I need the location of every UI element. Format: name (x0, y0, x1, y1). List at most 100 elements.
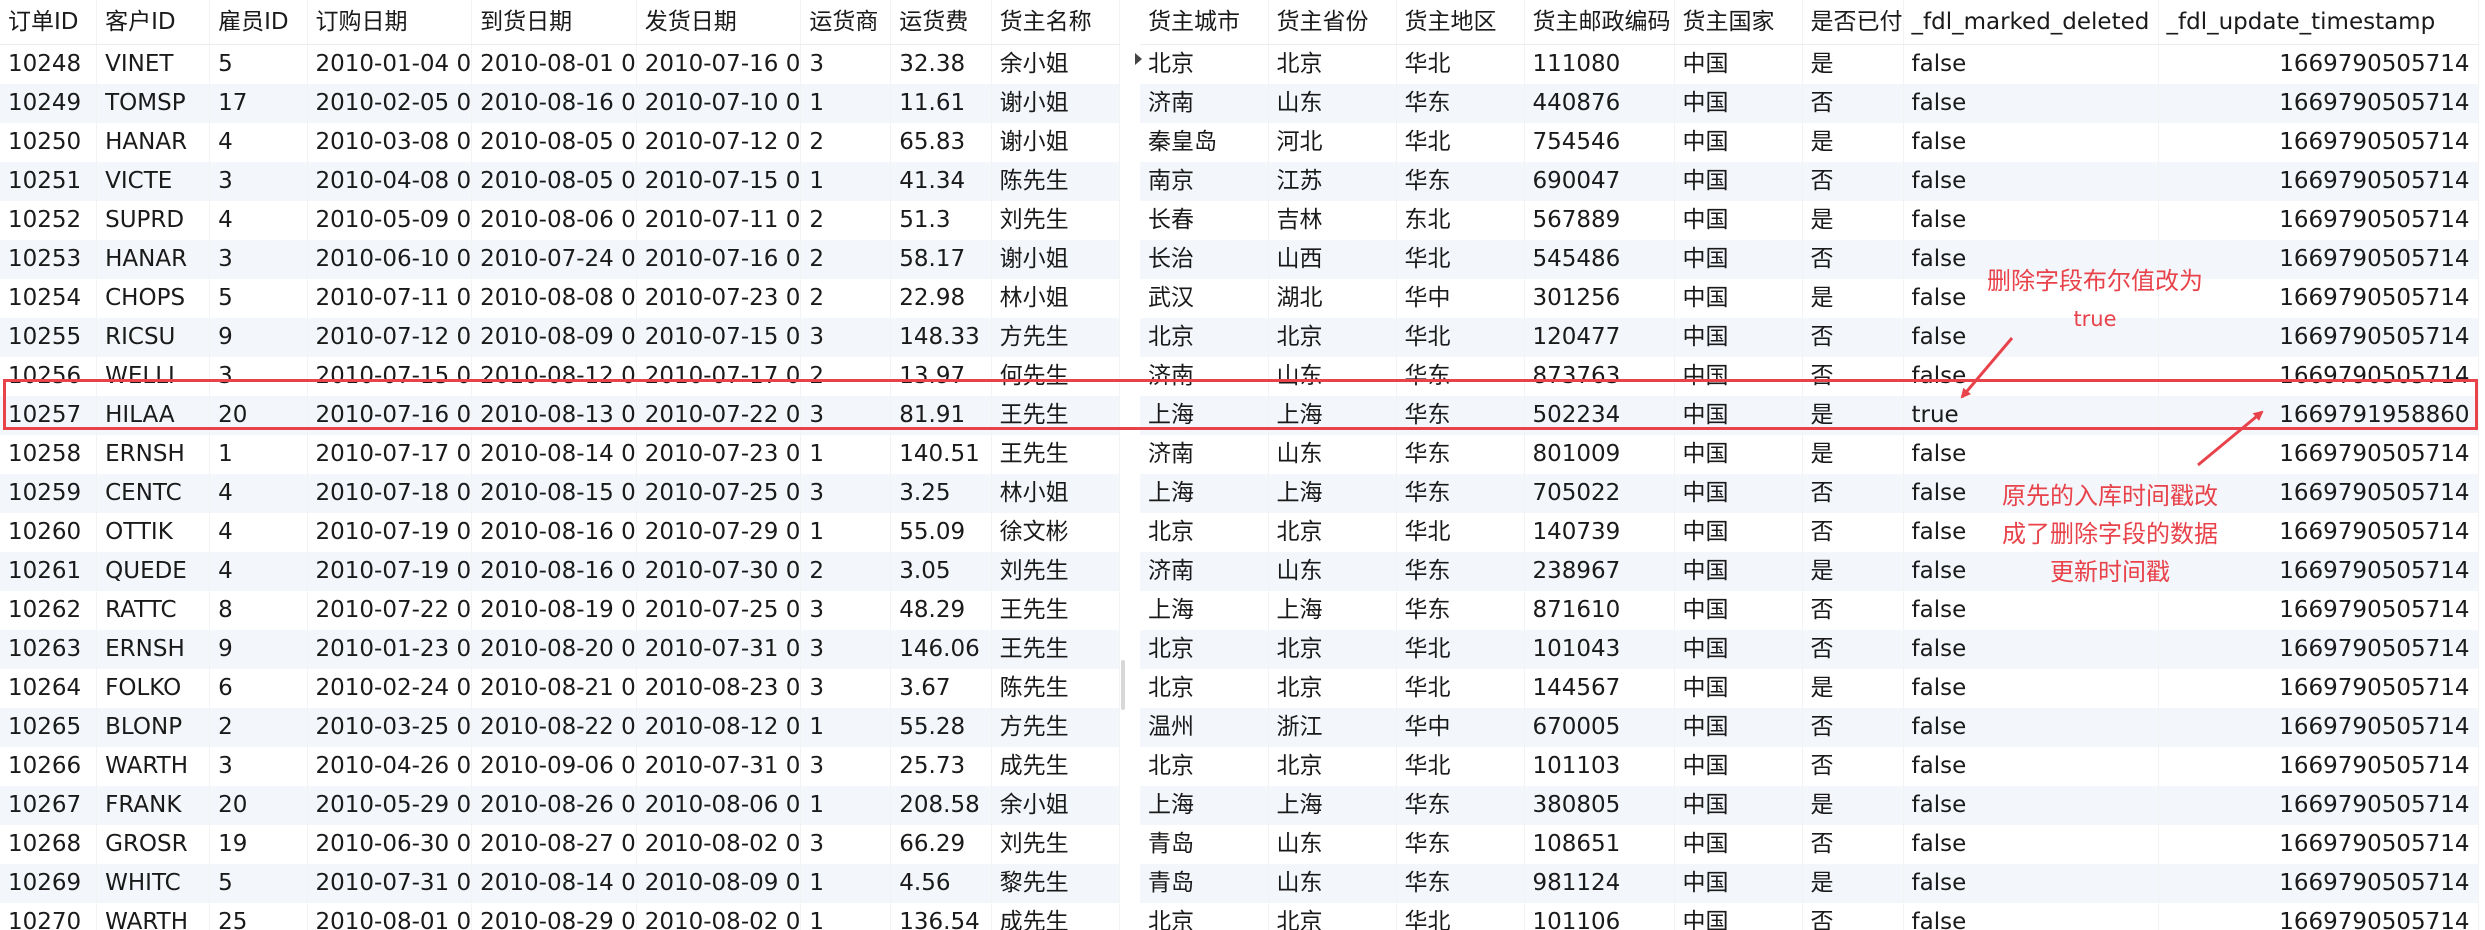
right-cell[interactable]: false (1903, 84, 2159, 123)
right-cell[interactable]: 华东 (1396, 84, 1525, 123)
left-cell[interactable]: 5 (209, 44, 308, 84)
left-table-row[interactable]: 10266 WARTH 3 2010-04-26 0 2010-09-06 0 2010-… (0, 747, 1120, 786)
left-cell[interactable]: 2010-09-06 0 (471, 747, 637, 786)
right-cell[interactable]: 否 (1802, 708, 1904, 747)
left-cell[interactable]: 2010-07-15 0 (307, 357, 473, 396)
left-table-row[interactable]: 10254 CHOPS 5 2010-07-11 0 2010-08-08 0 2010-… (0, 279, 1120, 318)
right-cell[interactable]: 华东 (1396, 396, 1525, 435)
left-cell[interactable]: 2 (800, 123, 892, 162)
right-cell[interactable]: 1669790505714 (2158, 864, 2479, 903)
right-cell[interactable]: 北京 (1140, 630, 1269, 669)
left-cell[interactable]: OTTIK (96, 513, 211, 552)
right-cell[interactable]: 中国 (1674, 123, 1803, 162)
left-table-row[interactable]: 10260 OTTIK 4 2010-07-19 0 2010-08-16 0 2010-… (0, 513, 1120, 552)
right-cell[interactable]: 中国 (1674, 708, 1803, 747)
left-cell[interactable]: 10252 (0, 201, 98, 240)
left-cell[interactable]: 2010-08-05 0 (471, 162, 637, 201)
right-cell[interactable]: 上海 (1140, 786, 1269, 825)
left-cell[interactable]: 9 (209, 318, 308, 357)
right-cell[interactable]: false (1903, 123, 2159, 162)
left-cell[interactable]: 10265 (0, 708, 98, 747)
right-cell[interactable]: 1669790505714 (2158, 669, 2479, 708)
left-cell[interactable]: 3 (209, 162, 308, 201)
left-cell[interactable]: 王先生 (991, 630, 1120, 669)
right-cell[interactable]: 上海 (1268, 786, 1397, 825)
right-cell[interactable]: 长春 (1140, 201, 1269, 240)
left-cell[interactable]: 10250 (0, 123, 98, 162)
right-cell[interactable]: 中国 (1674, 240, 1803, 279)
right-cell[interactable]: 北京 (1140, 747, 1269, 786)
right-data-grid[interactable]: 货主城市 货主省份 货主地区 货主邮政编码 货主国家 是否已付 _fdl_mar… (1140, 0, 2485, 930)
left-cell[interactable]: 2010-07-12 0 (636, 123, 802, 162)
left-cell[interactable]: 10261 (0, 552, 98, 591)
left-cell[interactable]: 2010-08-26 0 (471, 786, 637, 825)
left-cell[interactable]: 10253 (0, 240, 98, 279)
right-cell[interactable]: 吉林 (1268, 201, 1397, 240)
col-header-is-paid[interactable]: 是否已付 (1802, 0, 1904, 45)
right-cell[interactable]: 是 (1802, 552, 1904, 591)
right-cell[interactable]: 1669790505714 (2158, 201, 2479, 240)
left-cell[interactable]: HANAR (96, 240, 211, 279)
right-cell[interactable]: 山东 (1268, 864, 1397, 903)
right-table-row[interactable]: 武汉 湖北 华中 301256 中国是 false 1669790505714 (1140, 279, 2479, 318)
left-cell[interactable]: 2010-08-20 0 (471, 630, 637, 669)
right-cell[interactable]: 中国 (1674, 44, 1803, 84)
left-cell[interactable]: 146.06 (890, 630, 992, 669)
left-cell[interactable]: 2010-08-08 0 (471, 279, 637, 318)
left-cell[interactable]: 10254 (0, 279, 98, 318)
right-cell[interactable]: 华中 (1396, 708, 1525, 747)
right-table-row[interactable]: 温州 浙江 华中 670005 中国否 false 1669790505714 (1140, 708, 2479, 747)
left-table-row[interactable]: 10249 TOMSP 17 2010-02-05 0 2010-08-16 0 2010… (0, 84, 1120, 123)
left-cell[interactable]: 3.25 (890, 474, 992, 513)
left-cell[interactable]: 2010-08-16 0 (471, 84, 637, 123)
left-table-row[interactable]: 10253 HANAR 3 2010-06-10 0 2010-07-24 0 2010-… (0, 240, 1120, 279)
left-cell[interactable]: 2010-08-14 0 (471, 435, 637, 474)
right-cell[interactable]: 是 (1802, 201, 1904, 240)
left-cell[interactable]: 2010-07-25 0 (636, 591, 802, 630)
left-cell[interactable]: 1 (800, 786, 892, 825)
left-cell[interactable]: 1 (800, 708, 892, 747)
left-cell[interactable]: 2010-08-27 0 (471, 825, 637, 864)
left-cell[interactable]: 10248 (0, 44, 98, 84)
right-cell[interactable]: 北京 (1268, 747, 1397, 786)
right-cell[interactable]: 301256 (1524, 279, 1675, 318)
right-cell[interactable]: 101106 (1524, 903, 1675, 930)
right-cell[interactable]: 青岛 (1140, 864, 1269, 903)
left-cell[interactable]: 2010-01-23 0 (307, 630, 473, 669)
left-cell[interactable]: 66.29 (890, 825, 992, 864)
right-cell[interactable]: false (1903, 708, 2159, 747)
right-cell[interactable]: 山东 (1268, 357, 1397, 396)
right-table-row[interactable]: 青岛 山东 华东 981124 中国是 false 1669790505714 (1140, 864, 2479, 903)
left-cell[interactable]: 2010-07-15 0 (636, 318, 802, 357)
right-table-row[interactable]: 北京 北京 华北 101043 中国否 false 1669790505714 (1140, 630, 2479, 669)
right-cell[interactable]: 济南 (1140, 357, 1269, 396)
left-cell[interactable]: 2010-07-23 0 (636, 279, 802, 318)
left-cell[interactable]: 2 (209, 708, 308, 747)
left-cell[interactable]: 65.83 (890, 123, 992, 162)
right-cell[interactable]: 是 (1802, 435, 1904, 474)
left-cell[interactable]: 1 (209, 435, 308, 474)
left-cell[interactable]: 王先生 (991, 396, 1120, 435)
right-cell[interactable]: 1669790505714 (2158, 84, 2479, 123)
left-cell[interactable]: 1 (800, 435, 892, 474)
left-cell[interactable]: 2010-08-16 0 (471, 513, 637, 552)
right-cell[interactable]: 801009 (1524, 435, 1675, 474)
right-table-row[interactable]: 北京 北京 华北 101103 中国否 false 1669790505714 (1140, 747, 2479, 786)
right-cell[interactable]: 108651 (1524, 825, 1675, 864)
right-cell[interactable]: 否 (1802, 474, 1904, 513)
grid-splitter[interactable] (1120, 0, 1140, 930)
right-cell[interactable]: 1669790505714 (2158, 630, 2479, 669)
left-cell[interactable]: 10257 (0, 396, 98, 435)
left-cell[interactable]: 林小姐 (991, 474, 1120, 513)
left-cell[interactable]: 2 (800, 552, 892, 591)
right-cell[interactable]: 上海 (1140, 396, 1269, 435)
right-cell[interactable]: 华北 (1396, 318, 1525, 357)
left-cell[interactable]: 5 (209, 279, 308, 318)
right-cell[interactable]: 湖北 (1268, 279, 1397, 318)
right-cell[interactable]: 中国 (1674, 825, 1803, 864)
right-cell[interactable]: 上海 (1268, 591, 1397, 630)
left-cell[interactable]: 2010-08-05 0 (471, 123, 637, 162)
right-cell[interactable]: 873763 (1524, 357, 1675, 396)
right-table-row[interactable]: 北京 北京 华北 101106 中国否 false 1669790505714 (1140, 903, 2479, 930)
left-cell[interactable]: 2010-07-29 0 (636, 513, 802, 552)
